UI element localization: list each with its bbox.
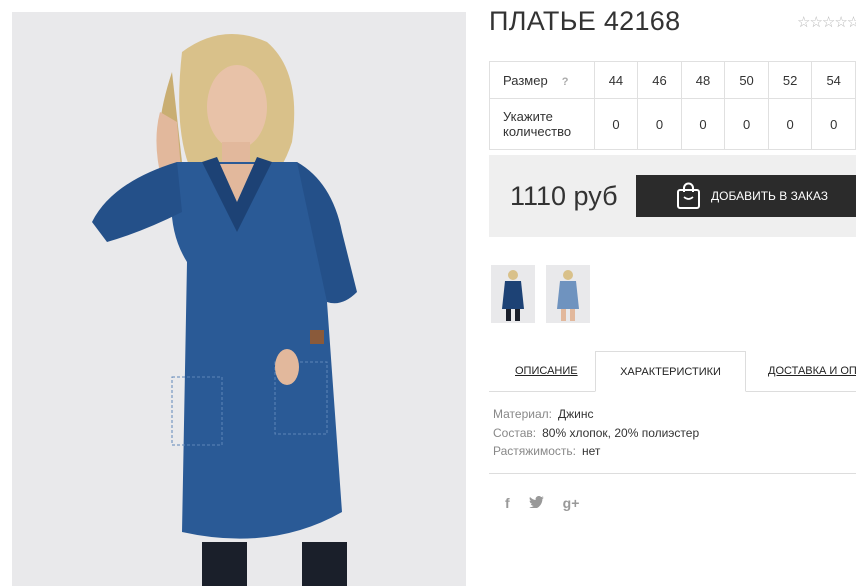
thumbnail-image — [557, 270, 579, 321]
characteristics-list: Материал: Джинс Состав: 80% хлопок, 20% по… — [493, 405, 699, 461]
social-share: f g+ — [505, 495, 579, 511]
facebook-icon[interactable]: f — [505, 495, 510, 511]
size-table: Размер? 44 46 48 50 52 54 Укажите количес… — [489, 61, 856, 150]
quantity-row: Укажите количество 0 0 0 0 0 0 — [489, 98, 856, 150]
size-row: Размер? 44 46 48 50 52 54 — [489, 61, 856, 99]
rating-stars[interactable]: ☆☆☆☆☆ — [797, 13, 856, 31]
quantity-input[interactable]: 0 — [811, 98, 856, 150]
twitter-icon[interactable] — [528, 495, 544, 511]
quantity-row-label: Укажите количество — [489, 98, 595, 150]
tab-description[interactable]: ОПИСАНИЕ — [515, 351, 578, 391]
size-cell: 46 — [637, 61, 682, 99]
size-help-icon[interactable]: ? — [562, 76, 569, 88]
thumbnail-image — [502, 270, 524, 321]
size-cell: 54 — [811, 61, 856, 99]
dress-photo-illustration — [92, 34, 357, 586]
quantity-input[interactable]: 0 — [593, 98, 639, 150]
google-plus-icon[interactable]: g+ — [563, 495, 580, 511]
price-bar: 1110 руб ДОБАВИТЬ В ЗАКАЗ — [489, 155, 856, 237]
tab-characteristics[interactable]: ХАРАКТЕРИСТИКИ — [595, 351, 746, 392]
tab-delivery[interactable]: ДОСТАВКА И ОПЛ — [768, 351, 856, 391]
product-thumbnail-2[interactable] — [546, 265, 590, 323]
size-cell: 52 — [767, 61, 813, 99]
quantity-input[interactable]: 0 — [680, 98, 726, 150]
characteristic-row: Материал: Джинс — [493, 407, 594, 421]
product-title: ПЛАТЬЕ 42168 — [489, 6, 681, 36]
shopping-bag-icon — [676, 182, 701, 210]
size-cell: 48 — [680, 61, 726, 99]
product-price: 1110 руб — [510, 181, 618, 211]
product-tabs: ОПИСАНИЕ ХАРАКТЕРИСТИКИ ДОСТАВКА И ОПЛ — [489, 351, 856, 392]
product-main-photo[interactable] — [12, 12, 466, 586]
add-to-order-button[interactable]: ДОБАВИТЬ В ЗАКАЗ — [636, 175, 856, 217]
size-cell: 50 — [724, 61, 769, 99]
quantity-input[interactable]: 0 — [767, 98, 813, 150]
quantity-input[interactable]: 0 — [724, 98, 769, 150]
add-to-order-label: ДОБАВИТЬ В ЗАКАЗ — [711, 189, 828, 203]
quantity-input[interactable]: 0 — [637, 98, 682, 150]
characteristic-row: Растяжимость: нет — [493, 444, 601, 458]
characteristic-row: Состав: 80% хлопок, 20% полиэстер — [493, 425, 700, 440]
size-cell: 44 — [593, 61, 639, 99]
size-row-label: Размер? — [489, 61, 595, 99]
divider — [489, 473, 856, 474]
product-thumbnail-1[interactable] — [491, 265, 535, 323]
